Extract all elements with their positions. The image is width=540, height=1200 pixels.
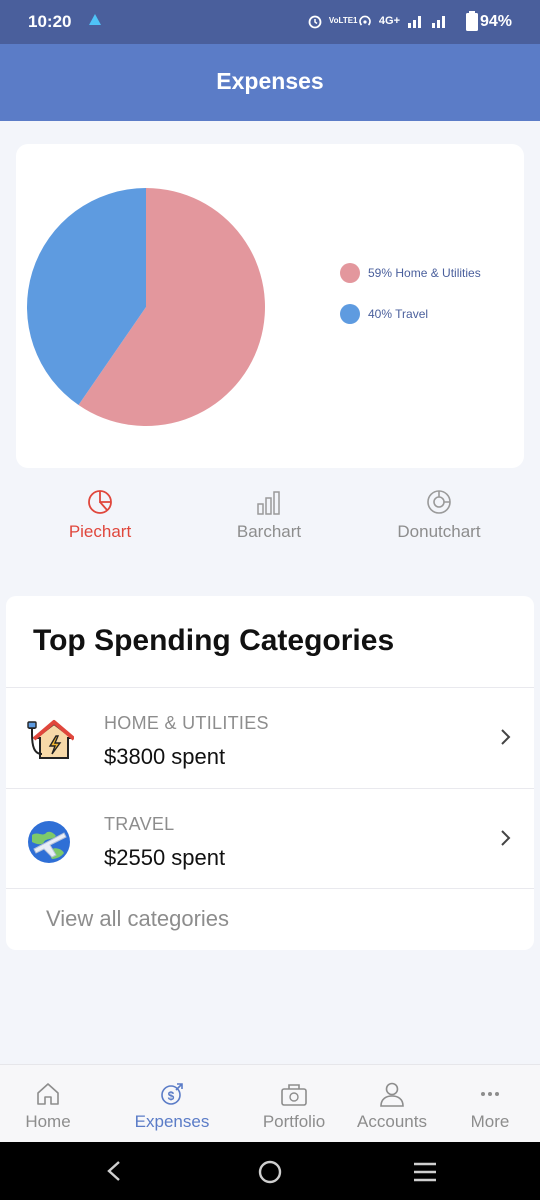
nav-item-portfolio[interactable]: Portfolio [240, 1065, 348, 1143]
signal-icon [408, 16, 421, 28]
status-time: 10:20 [28, 12, 72, 31]
signal-2-icon [432, 16, 445, 28]
legend-dot [340, 304, 360, 324]
chevron-right-icon [500, 728, 512, 751]
category-row-home-utilities[interactable]: HOME & UTILITIES $3800 spent [6, 688, 534, 788]
travel-icon [26, 819, 72, 870]
app-bar: Expenses [0, 44, 540, 121]
page-title: Expenses [216, 68, 324, 94]
volte-label: VoLTE1 [328, 16, 358, 25]
nav-label: Accounts [357, 1112, 427, 1131]
category-amount: $3800 spent [104, 744, 226, 769]
view-all-categories-link[interactable]: View all categories [46, 906, 229, 932]
legend-label: 40% Travel [368, 307, 429, 321]
pie-chart[interactable] [26, 187, 266, 427]
expenses-icon: $ [118, 1081, 226, 1107]
barchart-icon [184, 488, 354, 516]
legend-dot [340, 263, 360, 283]
nav-item-expenses[interactable]: $ Expenses [118, 1065, 226, 1143]
section-title: Top Spending Categories [33, 624, 395, 657]
nav-item-home[interactable]: Home [0, 1065, 102, 1143]
category-name: TRAVEL [104, 814, 175, 834]
nav-label: More [470, 1112, 510, 1131]
back-icon[interactable] [104, 1160, 124, 1182]
portfolio-icon [240, 1081, 348, 1107]
network-label: 4G+ [378, 15, 400, 27]
top-spending-card: Top Spending Categories HOME & UTILITIES… [6, 596, 534, 950]
category-amount: $2550 spent [104, 845, 226, 870]
piechart-icon [15, 488, 185, 516]
home-circle-icon[interactable] [257, 1159, 283, 1185]
home-icon [0, 1081, 102, 1107]
hotspot-icon [359, 15, 371, 26]
more-icon [436, 1081, 540, 1107]
legend-item-travel: 40% Travel [340, 303, 481, 325]
legend-label: 59% Home & Utilities [368, 266, 481, 280]
accounts-icon [338, 1081, 446, 1107]
chart-type-tabs: Piechart Barchart Donutchart [0, 488, 540, 548]
nav-label: Portfolio [262, 1112, 326, 1131]
bottom-navigation: Home $ Expenses Portfolio Accounts More [0, 1064, 540, 1142]
recents-icon[interactable] [412, 1161, 438, 1183]
status-bar: 10:20 VoLTE1 4G+ 94% [0, 0, 540, 44]
nav-label: Expenses [134, 1112, 210, 1131]
tab-donutchart[interactable]: Donutchart [354, 488, 524, 542]
category-row-travel[interactable]: TRAVEL $2550 spent [6, 789, 534, 889]
battery-percent: 94% [479, 13, 512, 30]
chart-legend: 59% Home & Utilities 40% Travel [340, 262, 481, 344]
legend-item-home-utilities: 59% Home & Utilities [340, 262, 481, 284]
nav-item-accounts[interactable]: Accounts [338, 1065, 446, 1143]
tab-label: Piechart [68, 522, 132, 541]
category-name: HOME & UTILITIES [104, 713, 269, 733]
tab-label: Barchart [236, 522, 302, 541]
warning-icon [88, 13, 102, 32]
chart-card: 59% Home & Utilities 40% Travel [16, 144, 524, 468]
alarm-icon [308, 15, 322, 29]
nav-label: Home [25, 1112, 71, 1131]
divider [6, 888, 534, 889]
chevron-right-icon [500, 829, 512, 852]
home-utilities-icon [26, 718, 76, 767]
system-navigation-bar [0, 1142, 540, 1200]
nav-item-more[interactable]: More [436, 1065, 540, 1143]
battery-icon [466, 11, 478, 31]
tab-barchart[interactable]: Barchart [184, 488, 354, 542]
tab-piechart[interactable]: Piechart [15, 488, 185, 542]
tab-label: Donutchart [397, 522, 481, 541]
svg-text:$: $ [168, 1089, 175, 1103]
donutchart-icon [354, 488, 524, 516]
status-icons: VoLTE1 4G+ [307, 13, 448, 29]
